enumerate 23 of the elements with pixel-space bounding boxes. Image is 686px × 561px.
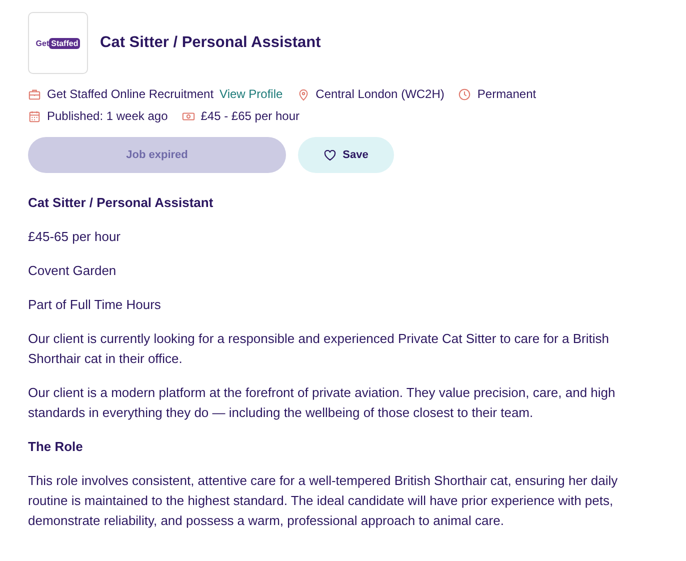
job-title: Cat Sitter / Personal Assistant: [100, 34, 321, 52]
paragraph: This role involves consistent, attentive care for a well-tempered British Shorthair cat, ensuring her daily routine is maintained to the highest standard. The ideal candidate will have prior experience with pets, demonstrate reliability, and possess a warm, professional approach to animal care.: [28, 472, 619, 530]
paragraph: Our client is currently looking for a responsible and experienced Private Cat Sitter to care for a British Shorthair cat in their office.: [28, 330, 610, 368]
heart-icon: [324, 150, 336, 160]
meta-text: Get Staffed Online Recruitment: [47, 87, 214, 101]
paragraph: £45-65 per hour: [28, 228, 122, 246]
meta-text: £45 - £65 per hour: [200, 109, 300, 123]
paragraph: Our client is a modern platform at the forefront of private aviation. They value precision, care, and high standards in everything they do — including the wellbeing of those closest to their team.: [28, 384, 616, 422]
briefcase-icon: [28, 88, 41, 100]
meta-text: Permanent: [477, 87, 536, 101]
calendar-icon: [28, 110, 41, 122]
meta-text: Central London (WC2H): [316, 87, 444, 101]
location-pin-icon: [296, 88, 310, 100]
company-logo: Get Staffed: [28, 12, 88, 74]
meta-text: Published: 1 week ago: [47, 109, 168, 123]
section-heading: Cat Sitter / Personal Assistant: [28, 194, 214, 212]
section-heading: The Role: [28, 438, 84, 456]
save-button[interactable]: Save: [298, 137, 394, 173]
clock-icon: [458, 88, 472, 100]
paragraph: Covent Garden: [28, 262, 118, 280]
view-profile-link[interactable]: View Profile: [220, 87, 283, 101]
banknote-icon: [182, 110, 195, 122]
paragraph: Part of Full Time Hours: [28, 296, 162, 314]
